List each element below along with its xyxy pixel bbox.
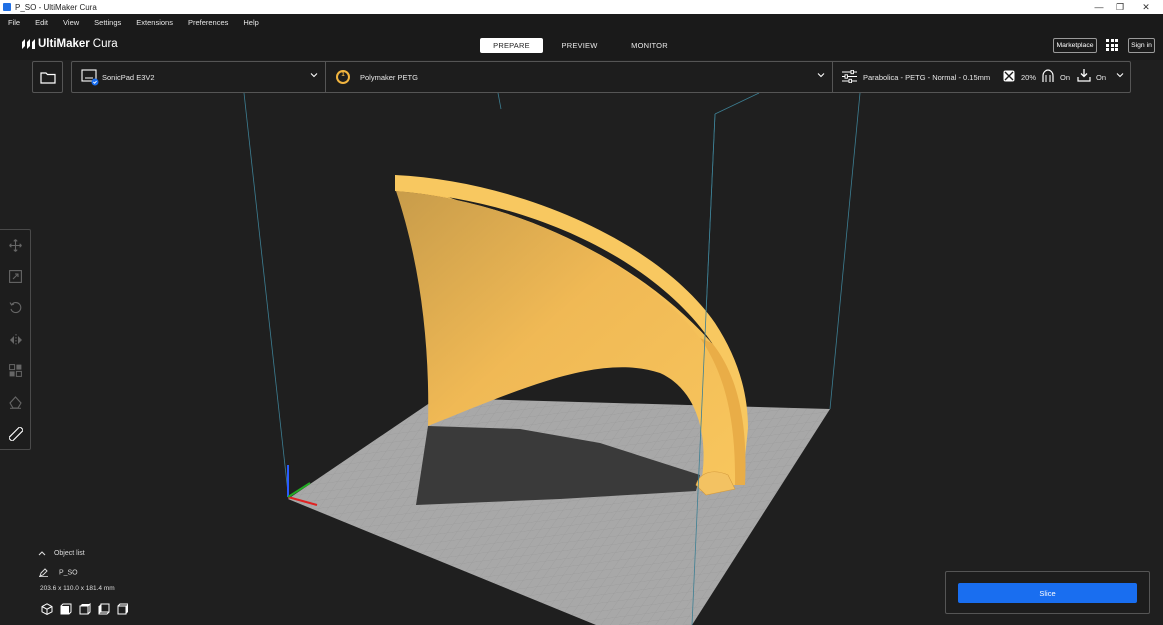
printer-selector[interactable]: SonicPad E3V2 bbox=[102, 73, 155, 82]
ultimaker-logo-icon bbox=[22, 39, 35, 49]
view-top-button[interactable] bbox=[78, 602, 91, 615]
tab-preview[interactable]: PREVIEW bbox=[543, 38, 616, 53]
adhesion-icon bbox=[1077, 69, 1091, 82]
per-model-settings-tool[interactable] bbox=[8, 363, 23, 378]
cube-3d-icon bbox=[41, 602, 52, 615]
tab-monitor[interactable]: MONITOR bbox=[616, 38, 683, 53]
menu-bar: File Edit View Settings Extensions Prefe… bbox=[0, 14, 1163, 30]
menu-file[interactable]: File bbox=[0, 18, 27, 27]
print-config-bar: SonicPad E3V2 1 Polymaker PETG Parabolic… bbox=[71, 61, 1131, 93]
rotate-tool[interactable] bbox=[8, 300, 23, 315]
adhesion-value: On bbox=[1096, 73, 1107, 82]
scale-icon bbox=[9, 270, 22, 283]
restore-button[interactable]: ❐ bbox=[1107, 0, 1133, 14]
chevron-down-icon[interactable] bbox=[817, 71, 825, 79]
support-value: On bbox=[1060, 73, 1071, 82]
extruder-number: 1 bbox=[341, 72, 345, 78]
move-tool[interactable] bbox=[8, 238, 23, 253]
cube-top-icon bbox=[79, 602, 90, 614]
view-left-button[interactable] bbox=[97, 602, 110, 615]
window-titlebar: P_SO - UltiMaker Cura — ❐ ✕ bbox=[0, 0, 1163, 14]
slice-panel: Slice bbox=[945, 571, 1150, 614]
cube-right-icon bbox=[117, 603, 128, 614]
menu-edit[interactable]: Edit bbox=[27, 18, 55, 27]
slice-button[interactable]: Slice bbox=[958, 583, 1137, 603]
3d-viewport[interactable] bbox=[0, 93, 1163, 625]
cube-left-icon bbox=[98, 603, 109, 614]
object-list-toggle[interactable]: Object list bbox=[38, 550, 85, 557]
move-icon bbox=[9, 239, 22, 252]
stage-tabs: PREPARE PREVIEW MONITOR bbox=[480, 38, 683, 53]
infill-value: 20% bbox=[1021, 73, 1037, 82]
menu-help[interactable]: Help bbox=[235, 18, 265, 27]
view-3d-button[interactable] bbox=[40, 602, 53, 615]
infill-icon bbox=[1003, 70, 1015, 82]
measure-tool[interactable] bbox=[8, 426, 23, 441]
brand-name: UltiMaker bbox=[38, 38, 90, 50]
tool-panel bbox=[0, 229, 31, 450]
menu-settings[interactable]: Settings bbox=[86, 18, 128, 27]
object-name: P_SO bbox=[58, 569, 78, 577]
chevron-down-icon[interactable] bbox=[310, 71, 318, 79]
cura-app: P_SO - UltiMaker Cura — ❐ ✕ File Edit Vi… bbox=[0, 0, 1163, 625]
open-file-button[interactable] bbox=[32, 61, 63, 93]
view-orientation-buttons bbox=[40, 602, 129, 615]
support-icon bbox=[1042, 69, 1054, 82]
menu-preferences[interactable]: Preferences bbox=[180, 18, 235, 27]
view-right-button[interactable] bbox=[116, 602, 129, 615]
mirror-icon bbox=[9, 333, 22, 346]
object-list-label: Object list bbox=[53, 550, 85, 557]
printer-icon bbox=[81, 69, 99, 86]
build-plate bbox=[288, 398, 830, 625]
per-model-settings-icon bbox=[9, 364, 22, 377]
rotate-icon bbox=[9, 302, 22, 314]
brand-product: Cura bbox=[92, 38, 118, 50]
pencil-icon bbox=[39, 568, 48, 578]
chevron-down-icon[interactable] bbox=[1116, 71, 1124, 79]
brand-logo: UltiMaker Cura bbox=[22, 38, 118, 50]
close-button[interactable]: ✕ bbox=[1133, 0, 1159, 14]
support-blocker-tool[interactable] bbox=[8, 395, 23, 410]
marketplace-button[interactable]: Marketplace bbox=[1053, 38, 1097, 53]
support-blocker-icon bbox=[9, 396, 22, 409]
mirror-tool[interactable] bbox=[8, 332, 23, 347]
menu-view[interactable]: View bbox=[55, 18, 86, 27]
object-list-item[interactable]: P_SO bbox=[39, 568, 78, 578]
material-selector[interactable]: Polymaker PETG bbox=[360, 73, 418, 82]
ruler-icon bbox=[8, 426, 23, 441]
profile-name[interactable]: Parabolica - PETG - Normal - 0.15mm bbox=[863, 73, 990, 82]
window-title: P_SO - UltiMaker Cura bbox=[15, 2, 97, 12]
tab-prepare[interactable]: PREPARE bbox=[480, 38, 543, 53]
apps-grid-icon[interactable] bbox=[1106, 39, 1118, 51]
chevron-up-icon bbox=[38, 551, 46, 556]
sign-in-button[interactable]: Sign in bbox=[1128, 38, 1155, 53]
app-icon bbox=[3, 3, 11, 11]
view-front-button[interactable] bbox=[59, 602, 72, 615]
menu-extensions[interactable]: Extensions bbox=[128, 18, 180, 27]
folder-icon bbox=[39, 71, 56, 84]
app-header: UltiMaker Cura PREPARE PREVIEW MONITOR M… bbox=[0, 30, 1163, 60]
settings-sliders-icon bbox=[842, 70, 857, 83]
cube-front-icon bbox=[60, 603, 71, 614]
scale-tool[interactable] bbox=[8, 269, 23, 284]
object-dimensions: 203.6 x 110.0 x 181.4 mm bbox=[40, 585, 115, 592]
